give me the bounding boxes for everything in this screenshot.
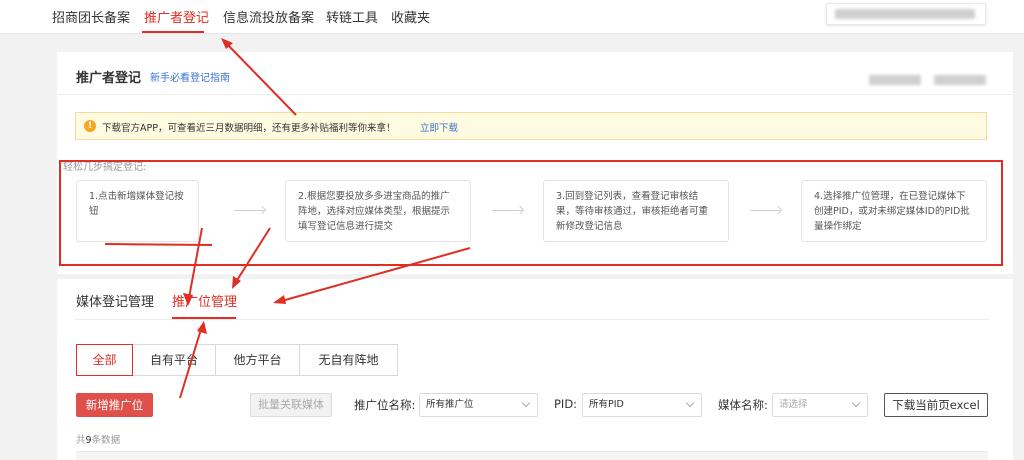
page-title: 推广者登记 [76,71,142,86]
arrowhead [221,38,233,49]
table-header [76,451,988,460]
filter-all[interactable]: 全部 [76,344,133,376]
redacted-info [869,70,989,85]
register-card: 推广者登记 新手必看登记指南 ! 下载官方APP，可查看近三月数据明细，还有更多… [57,52,1013,274]
media-name-select[interactable]: 请选择 [772,393,868,417]
position-name-value: 所有推广位 [426,399,474,410]
count-prefix: 共 [76,435,86,446]
media-name-label: 媒体名称: [718,398,768,412]
filter-no-own-site[interactable]: 无自有阵地 [299,344,398,376]
step-3-card: 3.回到登记列表，查看登记审核结果，等待审核通过，审核拒绝者可重新修改登记信息 [543,180,729,242]
guide-link[interactable]: 新手必看登记指南 [150,69,230,84]
tab-position-management[interactable]: 推广位管理 [172,291,237,310]
record-count: 共9条数据 [76,432,120,446]
nav-item-favorites[interactable]: 收藏夹 [391,7,430,26]
warning-icon: ! [84,120,96,132]
pid-value: 所有PID [589,399,624,410]
batch-link-media-button: 批量关联媒体 [250,393,332,417]
position-name-label: 推广位名称: [354,398,416,412]
position-name-select[interactable]: 所有推广位 [419,393,538,417]
nav-item-link-tool[interactable]: 转链工具 [326,7,378,26]
steps-label: 轻松几步搞定登记: [63,162,147,173]
tab-media-register[interactable]: 媒体登记管理 [76,291,154,310]
step-1-card: 1.点击新增媒体登记按钮 [76,180,199,242]
download-now-link[interactable]: 立即下载 [420,120,458,134]
chevron-down-icon [851,398,861,408]
pid-label: PID: [554,397,578,411]
count-suffix: 条数据 [91,435,121,446]
nav-item-feed-filing[interactable]: 信息流投放备案 [223,7,314,26]
export-excel-button[interactable]: 下载当前页excel [884,393,988,417]
chevron-down-icon [521,398,531,408]
nav-item-team-filing[interactable]: 招商团长备案 [52,7,130,26]
pid-select[interactable]: 所有PID [582,393,702,417]
step-4-card: 4.选择推广位管理，在已登记媒体下创建PID，或对未绑定媒体ID的PID批量操作… [801,180,987,242]
user-account-box[interactable] [826,3,986,25]
filter-other-platform[interactable]: 他方平台 [215,344,300,376]
download-notice: ! 下载官方APP，可查看近三月数据明细，还有更多补贴福利等你来拿！ 立即下载 [75,112,987,140]
arrow-right-icon [492,210,522,211]
chevron-down-icon [685,398,695,408]
management-card: 媒体登记管理 推广位管理 全部 自有平台 他方平台 无自有阵地 新增推广位 批量… [57,279,1013,460]
nav-active-underline [142,31,204,33]
nav-item-promoter-register[interactable]: 推广者登记 [144,7,209,26]
add-position-button[interactable]: 新增推广位 [76,393,153,417]
step-2-card: 2.根据您要投放多多进宝商品的推广阵地，选择对应媒体类型，根据提示填写登记信息进… [285,180,471,242]
arrow-right-icon [234,210,264,211]
media-name-placeholder: 请选择 [779,399,808,410]
filter-own-platform[interactable]: 自有平台 [132,344,216,376]
divider [75,319,989,320]
arrow-right-icon [750,210,780,211]
redacted-account [835,9,975,19]
top-nav: 招商团长备案 推广者登记 信息流投放备案 转链工具 收藏夹 [0,0,1024,34]
notice-text: 下载官方APP，可查看近三月数据明细，还有更多补贴福利等你来拿！ [102,123,396,134]
divider [57,94,1013,95]
